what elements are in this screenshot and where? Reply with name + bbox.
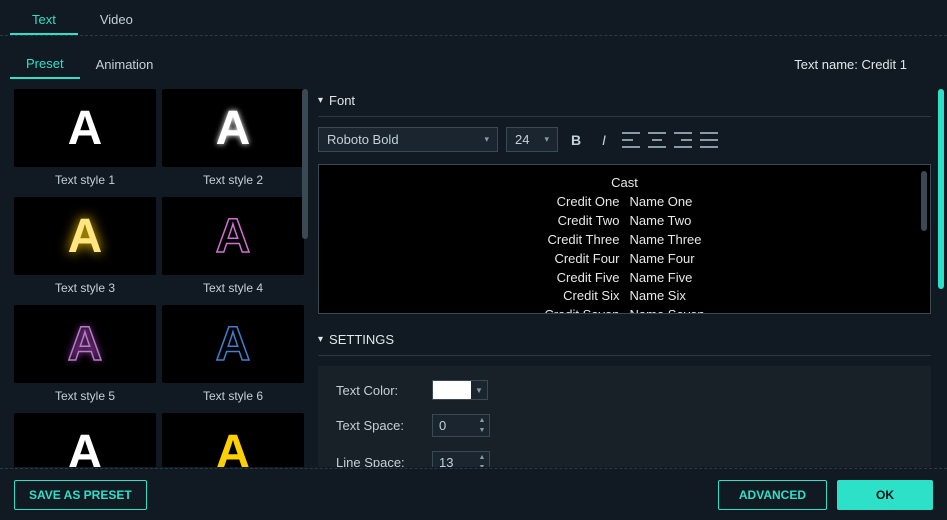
- stepper-up-icon[interactable]: ▲: [475, 415, 489, 426]
- credit-row: Credit ThreeName Three: [540, 232, 708, 249]
- footer: SAVE AS PRESET ADVANCED OK: [0, 468, 947, 520]
- credit-row: Credit TwoName Two: [540, 213, 708, 230]
- preset-panel: AText style 1 AText style 2 AText style …: [0, 79, 310, 467]
- chevron-down-icon: ▾: [484, 134, 489, 145]
- tab-text[interactable]: Text: [10, 6, 78, 35]
- text-color-picker[interactable]: ▼: [432, 380, 488, 400]
- textarea-scrollbar[interactable]: [921, 171, 927, 231]
- ok-button[interactable]: OK: [837, 480, 933, 510]
- preset-item[interactable]: AText style 1: [14, 89, 156, 191]
- chevron-down-icon: ▾: [318, 334, 323, 345]
- line-space-input[interactable]: 13 ▲▼: [432, 451, 490, 467]
- credit-row: Credit FourName Four: [540, 251, 708, 268]
- color-swatch: [433, 381, 471, 399]
- align-left-button[interactable]: [622, 132, 640, 148]
- main-area: AText style 1 AText style 2 AText style …: [0, 79, 947, 467]
- text-name-label: Text name: Credit 1: [794, 57, 907, 72]
- preset-item[interactable]: AText style 3: [14, 197, 156, 299]
- font-section-header[interactable]: ▾ Font: [318, 89, 931, 117]
- chevron-down-icon: ▼: [471, 381, 487, 399]
- credit-row: Credit FiveName Five: [540, 270, 708, 287]
- preset-item[interactable]: AText style 6: [162, 305, 304, 407]
- chevron-down-icon: ▾: [318, 95, 323, 106]
- settings-body: Text Color: ▼ Text Space: 0 ▲▼ Line Spac…: [318, 366, 931, 467]
- italic-button[interactable]: I: [594, 130, 614, 150]
- save-as-preset-button[interactable]: SAVE AS PRESET: [14, 480, 147, 510]
- preset-item[interactable]: AText style 4: [162, 197, 304, 299]
- font-family-select[interactable]: Roboto Bold▾: [318, 127, 498, 152]
- properties-scrollbar[interactable]: [938, 89, 944, 289]
- settings-section-header[interactable]: ▾ SETTINGS: [318, 328, 931, 356]
- stepper-down-icon[interactable]: ▼: [475, 463, 489, 468]
- text-color-label: Text Color:: [336, 383, 416, 398]
- line-space-label: Line Space:: [336, 455, 416, 467]
- text-space-input[interactable]: 0 ▲▼: [432, 414, 490, 437]
- font-toolbar: Roboto Bold▾ 24▾ B I: [318, 127, 931, 152]
- preset-scrollbar[interactable]: [302, 89, 308, 239]
- preset-item[interactable]: A: [14, 413, 156, 467]
- chevron-down-icon: ▾: [544, 134, 549, 145]
- preset-item[interactable]: AText style 5: [14, 305, 156, 407]
- stepper-up-icon[interactable]: ▲: [475, 452, 489, 463]
- properties-panel: ▾ Font Roboto Bold▾ 24▾ B I Cast Credit …: [310, 79, 947, 467]
- align-center-button[interactable]: [648, 132, 666, 148]
- font-size-select[interactable]: 24▾: [506, 127, 558, 152]
- stepper-down-icon[interactable]: ▼: [475, 426, 489, 437]
- credit-row: Credit SevenName Seven: [540, 307, 708, 314]
- sub-tabs: Preset Animation Text name: Credit 1: [0, 36, 947, 79]
- align-justify-button[interactable]: [700, 132, 718, 148]
- credit-row: Credit OneName One: [540, 194, 708, 211]
- text-space-label: Text Space:: [336, 418, 416, 433]
- align-right-button[interactable]: [674, 132, 692, 148]
- top-tabs: Text Video: [0, 0, 947, 36]
- preset-item[interactable]: A: [162, 413, 304, 467]
- text-content-area[interactable]: Cast Credit OneName OneCredit TwoName Tw…: [318, 164, 931, 314]
- tab-animation[interactable]: Animation: [80, 51, 170, 78]
- credit-row: Credit SixName Six: [540, 288, 708, 305]
- preset-item[interactable]: AText style 2: [162, 89, 304, 191]
- bold-button[interactable]: B: [566, 130, 586, 150]
- tab-preset[interactable]: Preset: [10, 50, 80, 79]
- tab-video[interactable]: Video: [78, 6, 155, 35]
- advanced-button[interactable]: ADVANCED: [718, 480, 827, 510]
